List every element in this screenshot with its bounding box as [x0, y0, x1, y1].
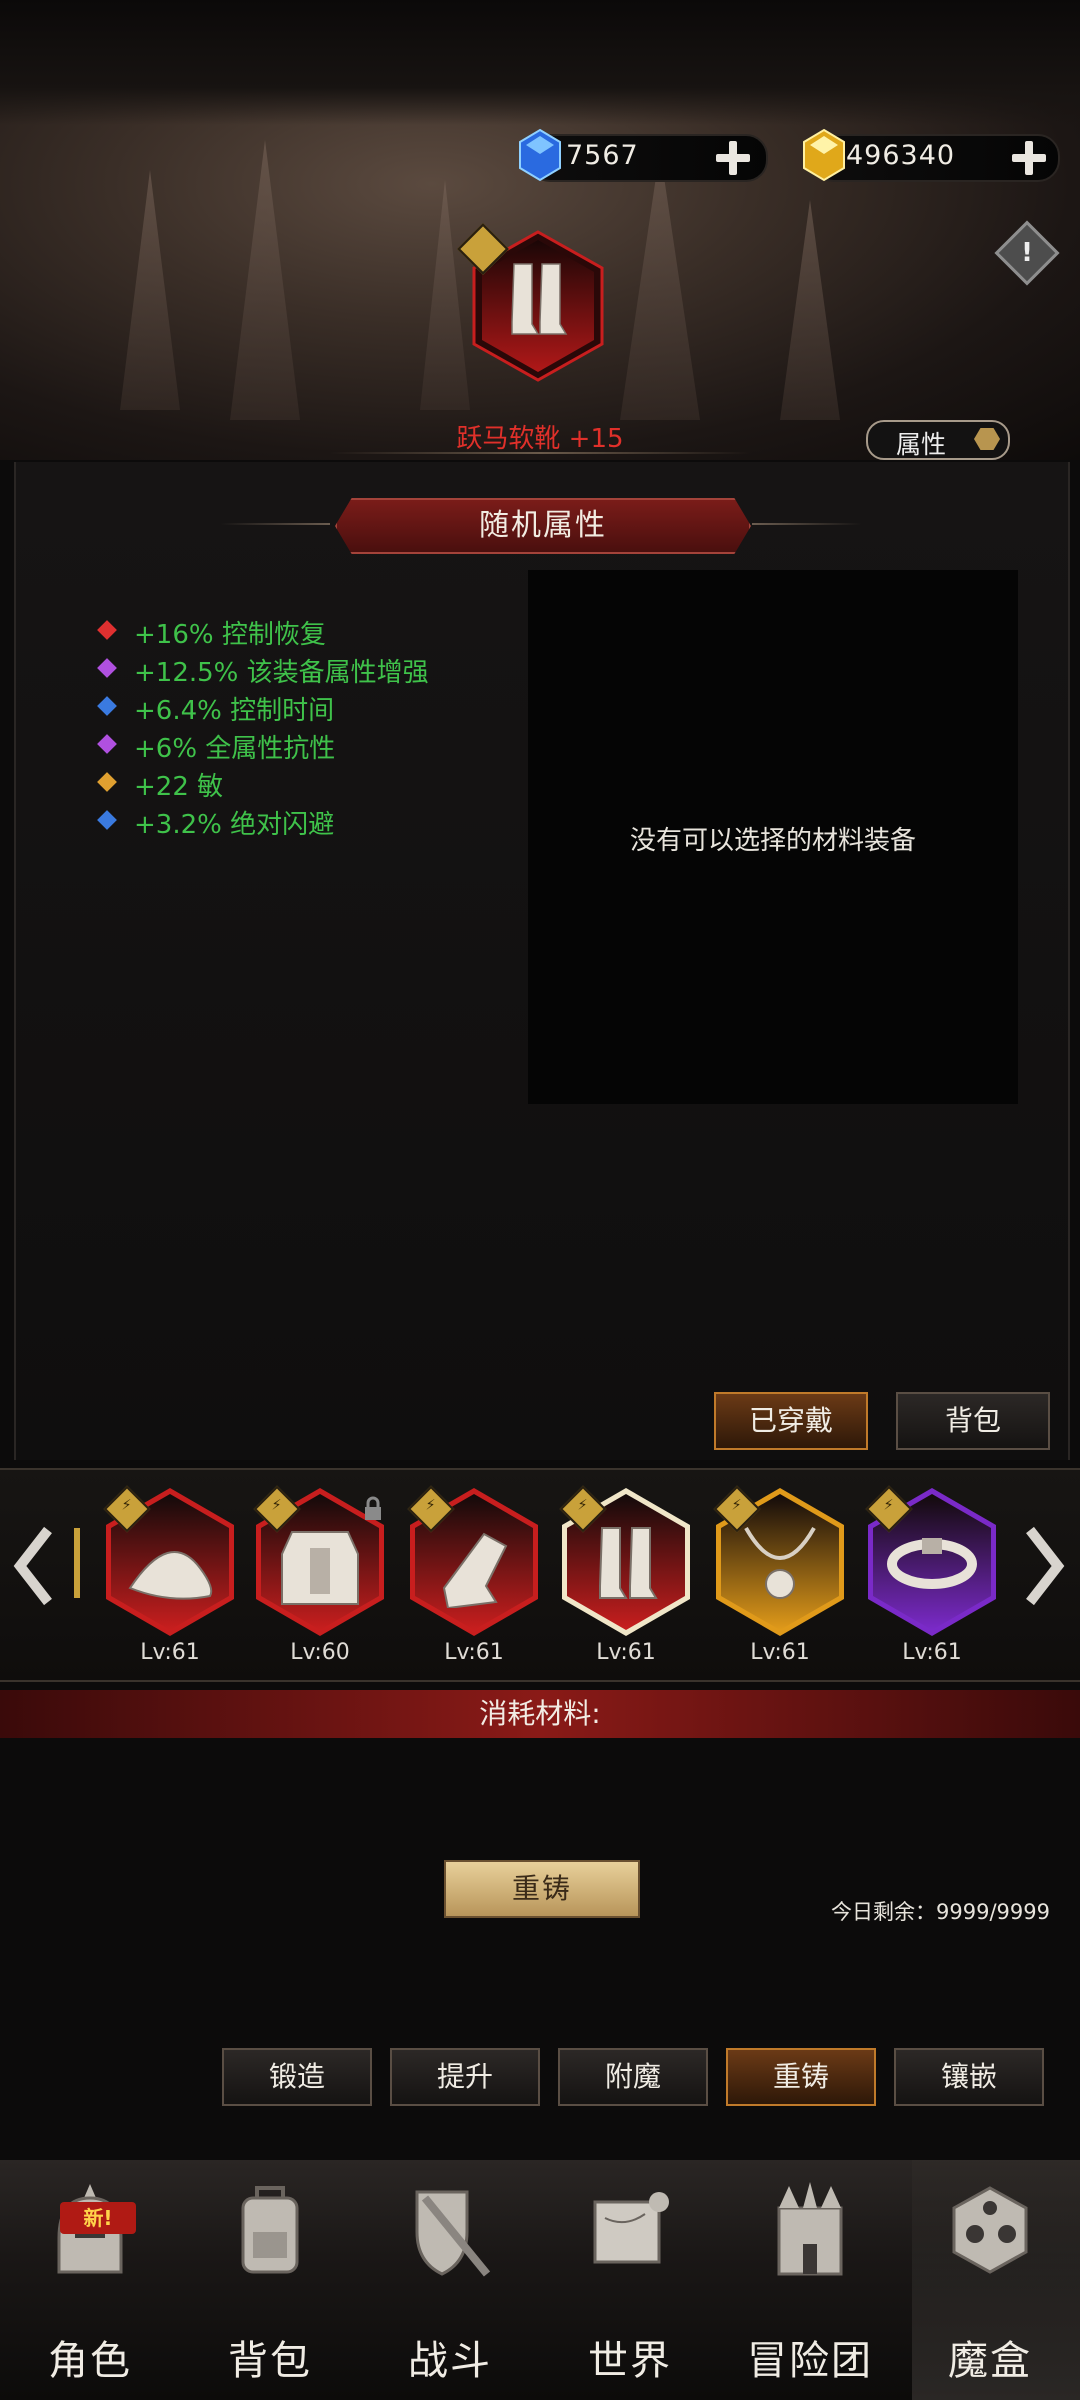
gem-icon — [519, 128, 561, 182]
gold-icon — [803, 128, 845, 182]
tab-label: 镶嵌 — [940, 2060, 997, 2093]
title-line-left — [220, 523, 330, 525]
slot-level: Lv:61 — [902, 1640, 962, 1665]
daily-remaining: 今日剩余：9999/9999 — [831, 1900, 1050, 1924]
tab-label: 提升 — [436, 2060, 493, 2093]
nav-label: 背包 — [228, 2338, 312, 2384]
equipment-slot[interactable] — [253, 1485, 384, 1636]
scroll-left-icon[interactable] — [10, 1524, 56, 1608]
armor-icon — [281, 1531, 359, 1605]
gold-currency: 496340 — [812, 134, 1060, 182]
material-box: 没有可以选择的材料装备 — [528, 570, 1018, 1104]
strip-edge-marker — [74, 1528, 80, 1598]
slot-level: Lv:61 — [750, 1640, 810, 1665]
tab-button[interactable]: 提升 — [390, 2048, 540, 2106]
gem-currency: 7567 — [528, 134, 768, 182]
nav-label: 魔盒 — [948, 2338, 1032, 2384]
gem-amount: 7567 — [566, 140, 639, 171]
equipped-filter-button[interactable]: 已穿戴 — [714, 1392, 868, 1450]
slot-level: Lv:61 — [444, 1640, 504, 1665]
boots-icon — [599, 1527, 658, 1599]
tab-label: 附魔 — [604, 2060, 661, 2093]
nav-label: 冒险团 — [747, 2338, 873, 2384]
equipment-slot[interactable] — [103, 1485, 234, 1636]
equipment-slot[interactable] — [559, 1485, 690, 1636]
attr-text: +6% 全属性抗性 — [134, 734, 336, 764]
map-scroll-icon — [593, 2192, 669, 2264]
attr-text: +22 敏 — [134, 772, 224, 802]
slot-level: Lv:61 — [140, 1640, 200, 1665]
consume-materials-bar: 消耗材料: — [0, 1690, 1080, 1738]
attr-text: +3.2% 绝对闪避 — [134, 810, 335, 840]
material-empty-text: 没有可以选择的材料装备 — [629, 826, 916, 856]
bag-filter-label: 背包 — [944, 1404, 1001, 1437]
equipment-slot[interactable] — [865, 1485, 996, 1636]
slot-level: Lv:60 — [290, 1640, 350, 1665]
attr-text: +16% 控制恢复 — [134, 620, 326, 650]
equipment-name: 跃马软靴 +15 — [456, 424, 624, 454]
add-gold-button[interactable] — [1012, 141, 1046, 175]
magic-box-icon — [952, 2186, 1028, 2274]
title-line-right — [752, 523, 862, 525]
tab-button[interactable]: 重铸 — [726, 2048, 876, 2106]
nav-item[interactable]: 世界 — [540, 2160, 720, 2400]
equipped-filter-label: 已穿戴 — [748, 1404, 833, 1437]
new-badge: 新! — [60, 2202, 136, 2234]
tab-button[interactable]: 锻造 — [222, 2048, 372, 2106]
add-gems-button[interactable] — [716, 141, 750, 175]
equipment-slot[interactable] — [407, 1485, 538, 1636]
random-attrs-title: 随机属性 — [335, 498, 751, 554]
gauntlet-icon — [442, 1532, 508, 1608]
necklace-icon — [744, 1527, 816, 1599]
consume-materials-label: 消耗材料: — [479, 1697, 601, 1730]
random-attrs-title-text: 随机属性 — [479, 508, 607, 543]
nav-item[interactable]: 战斗 — [360, 2160, 540, 2400]
nav-item[interactable]: 冒险团 — [720, 2160, 900, 2400]
nav-item[interactable]: 角色 — [0, 2160, 180, 2400]
backpack-icon — [241, 2186, 299, 2274]
scroll-right-icon[interactable] — [1022, 1524, 1068, 1608]
attr-text: +6.4% 控制时间 — [134, 696, 335, 726]
lock-icon — [365, 1496, 381, 1520]
nav-label: 角色 — [48, 2338, 132, 2384]
nav-label: 世界 — [588, 2338, 672, 2384]
attr-text: +12.5% 该装备属性增强 — [134, 658, 429, 688]
recast-button-label: 重铸 — [511, 1872, 572, 1905]
scene-top-shade — [0, 0, 1080, 125]
slot-level: Lv:61 — [596, 1640, 656, 1665]
tab-label: 锻造 — [268, 2060, 325, 2093]
attribute-button[interactable]: 属性 — [866, 420, 1010, 460]
new-badge-text: 新! — [83, 2206, 113, 2230]
hexagon-icon — [974, 428, 1000, 450]
tab-button[interactable]: 附魔 — [558, 2048, 708, 2106]
nav-item[interactable]: 背包 — [180, 2160, 360, 2400]
tab-label: 重铸 — [772, 2060, 829, 2093]
hat-icon — [128, 1551, 213, 1600]
tab-button[interactable]: 镶嵌 — [894, 2048, 1044, 2106]
equipment-slot[interactable] — [713, 1485, 844, 1636]
attribute-button-label: 属性 — [896, 430, 947, 459]
castle-icon — [777, 2182, 843, 2276]
shield-sword-icon — [415, 2190, 491, 2277]
belt-icon — [887, 1538, 977, 1589]
bag-filter-button[interactable]: 背包 — [896, 1392, 1050, 1450]
nav-item[interactable]: 魔盒 — [900, 2160, 1080, 2400]
recast-button[interactable]: 重铸 — [444, 1860, 640, 1918]
nav-label: 战斗 — [408, 2338, 492, 2384]
gold-amount: 496340 — [846, 140, 956, 171]
name-underline — [330, 452, 750, 454]
exclamation-icon: ! — [1021, 238, 1033, 268]
